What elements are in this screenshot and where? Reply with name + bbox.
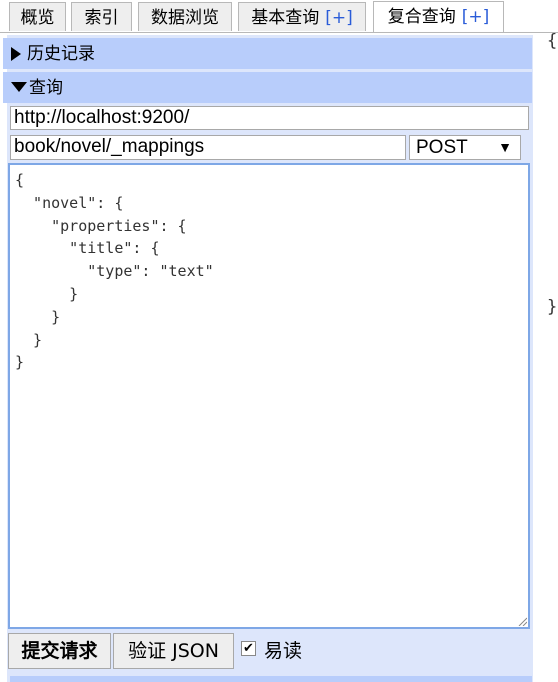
pretty-checkbox[interactable]: ✔ (241, 641, 256, 656)
tab-label: 基本查询 (251, 8, 320, 28)
resize-grip-icon[interactable] (517, 616, 527, 626)
pretty-label: 易读 (264, 640, 303, 662)
triangle-down-icon (11, 82, 27, 92)
result-close-brace: } (547, 297, 558, 317)
history-section-header[interactable]: 历史记录 (3, 38, 532, 69)
next-section-header (10, 676, 532, 682)
tab-bar: 概览 索引 数据浏览 基本查询 [+] 复合查询 [+] (0, 0, 558, 33)
tab-label: 复合查询 (387, 7, 456, 27)
tab-label: 概览 (20, 8, 55, 28)
tab-label: 索引 (84, 8, 119, 28)
method-value: POST (416, 137, 468, 158)
tab-overview[interactable]: 概览 (9, 2, 66, 31)
tab-browser[interactable]: 数据浏览 (138, 2, 232, 31)
request-body-editor[interactable]: { "novel": { "properties": { "title": { … (8, 163, 530, 629)
query-section-header[interactable]: 查询 (3, 72, 532, 103)
tab-label: 数据浏览 (151, 8, 219, 28)
method-select[interactable]: POST ▼ (409, 135, 521, 160)
triangle-right-icon (11, 47, 21, 61)
chevron-down-icon: ▼ (498, 139, 512, 155)
submit-request-button[interactable]: 提交请求 (8, 633, 111, 669)
result-open-brace: { (547, 31, 558, 51)
request-path-input[interactable]: book/novel/_mappings (10, 135, 406, 160)
tab-indices[interactable]: 索引 (71, 2, 132, 31)
new-tab-plus[interactable]: [+] (462, 7, 490, 27)
new-tab-plus[interactable]: [+] (325, 8, 353, 28)
validate-json-button[interactable]: 验证 JSON (113, 633, 234, 669)
tab-any-request[interactable]: 复合查询 [+] (373, 1, 504, 32)
query-title: 查询 (29, 78, 63, 98)
base-url-input[interactable]: http://localhost:9200/ (10, 106, 529, 130)
history-title: 历史记录 (27, 44, 95, 64)
tab-basic-query[interactable]: 基本查询 [+] (238, 2, 366, 31)
